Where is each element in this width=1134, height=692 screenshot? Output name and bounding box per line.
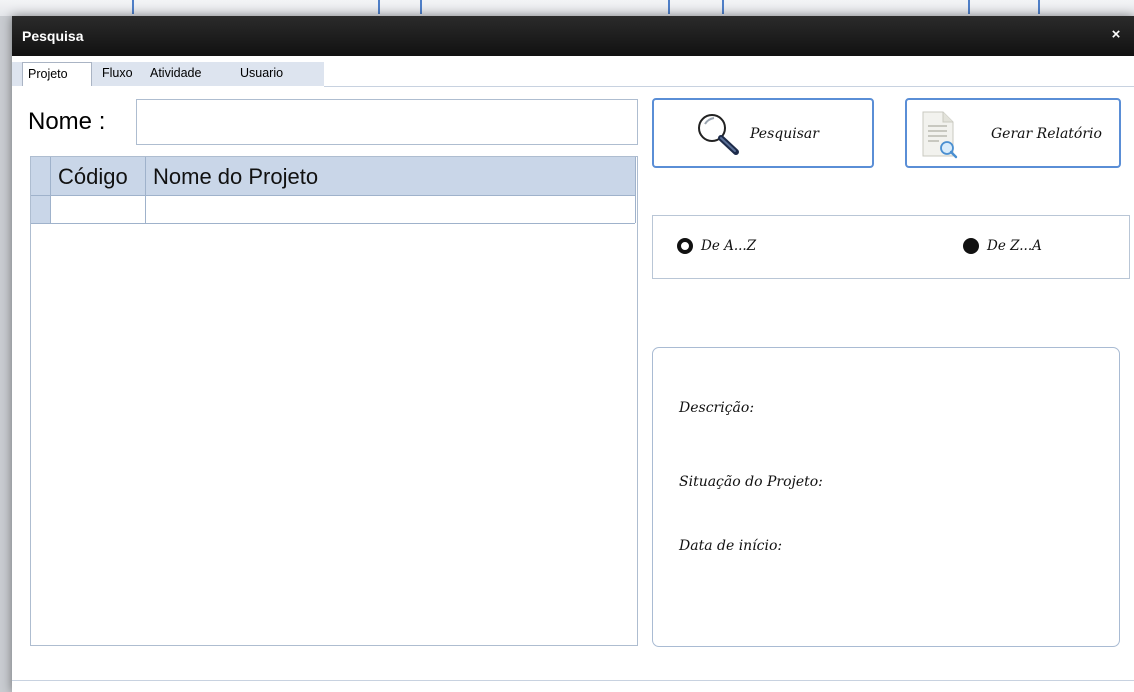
- column-header-codigo[interactable]: Código: [58, 157, 128, 195]
- tab-bar: Projeto Fluxo Atividade Usuario: [12, 62, 324, 86]
- search-button-label: Pesquisar: [750, 126, 819, 142]
- background-tick: [132, 0, 134, 14]
- row-header[interactable]: [31, 196, 51, 223]
- search-button[interactable]: Pesquisar: [652, 98, 874, 168]
- background-tick: [722, 0, 724, 14]
- tab-fluxo[interactable]: Fluxo: [102, 62, 133, 86]
- radio-a-to-z[interactable]: De A...Z: [677, 236, 797, 258]
- background-tick: [378, 0, 380, 14]
- tab-divider: [324, 86, 1134, 87]
- magnifier-icon: [698, 114, 739, 155]
- projects-grid: Código Nome do Projeto: [30, 156, 638, 646]
- grid-header: Código Nome do Projeto: [31, 157, 635, 196]
- table-row[interactable]: [31, 196, 635, 224]
- background-tick: [668, 0, 670, 14]
- radio-selected-icon: [677, 238, 693, 254]
- document-search-icon: [922, 111, 958, 159]
- name-label: Nome :: [28, 108, 106, 135]
- background-window-strip: [0, 0, 1134, 16]
- project-details-panel: Descrição: Situação do Projeto: Data de …: [652, 347, 1120, 647]
- grid-corner: [31, 157, 51, 195]
- column-divider: [635, 157, 636, 223]
- background-tick: [1038, 0, 1040, 14]
- sort-order-group: De A...Z De Z...A: [652, 215, 1130, 279]
- generate-report-button[interactable]: Gerar Relatório: [905, 98, 1121, 168]
- search-dialog: Pesquisa × Projeto Fluxo Atividade Usuar…: [12, 16, 1134, 692]
- tab-label: Atividade: [150, 66, 202, 80]
- window-title: Pesquisa: [22, 28, 84, 44]
- tab-label: Fluxo: [102, 66, 133, 80]
- tab-projeto[interactable]: Projeto: [22, 62, 92, 86]
- radio-label: De A...Z: [701, 238, 757, 254]
- tab-atividade[interactable]: Atividade: [150, 62, 201, 86]
- background-tick: [968, 0, 970, 14]
- radio-unselected-icon: [963, 238, 979, 254]
- footer-divider: [12, 680, 1134, 681]
- project-status-label: Situação do Projeto:: [679, 474, 823, 490]
- close-icon[interactable]: ×: [1106, 25, 1126, 45]
- radio-z-to-a[interactable]: De Z...A: [963, 236, 1083, 258]
- start-date-label: Data de início:: [679, 538, 783, 554]
- name-search-input[interactable]: [136, 99, 638, 145]
- tab-label: Projeto: [28, 67, 68, 81]
- radio-label: De Z...A: [987, 238, 1042, 254]
- description-label: Descrição:: [679, 400, 755, 416]
- tab-usuario[interactable]: Usuario: [240, 62, 283, 86]
- background-tick: [420, 0, 422, 14]
- generate-report-label: Gerar Relatório: [991, 126, 1102, 142]
- column-header-nome-do-projeto[interactable]: Nome do Projeto: [153, 157, 318, 195]
- tab-label: Usuario: [240, 66, 284, 80]
- title-bar: Pesquisa ×: [12, 16, 1134, 56]
